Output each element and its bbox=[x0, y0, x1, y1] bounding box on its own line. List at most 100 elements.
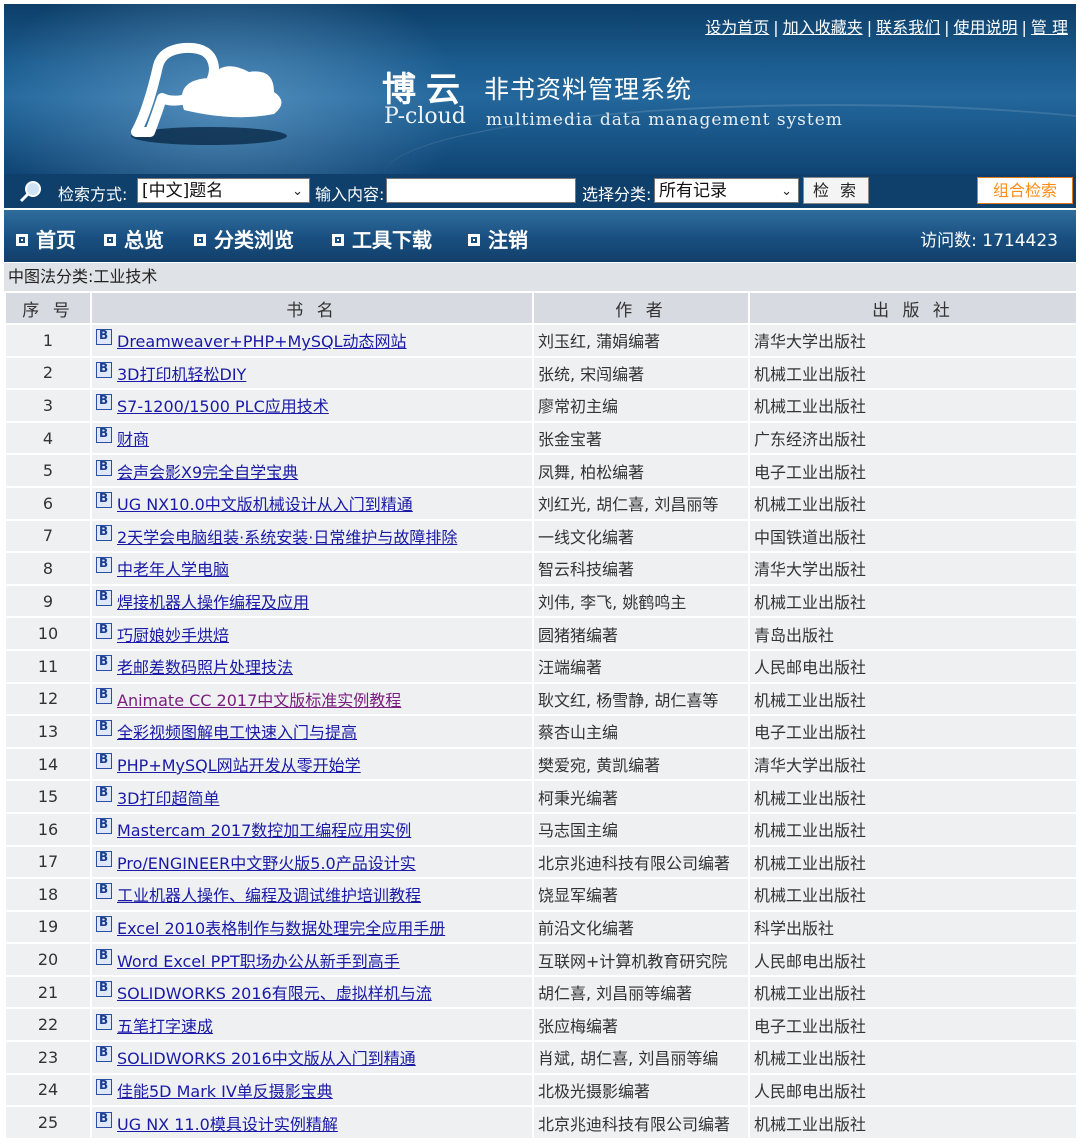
row-number: 5 bbox=[6, 455, 90, 486]
book-title-link[interactable]: Mastercam 2017数控加工编程应用实例 bbox=[117, 821, 411, 840]
combined-search-button[interactable]: 组合检索 bbox=[977, 177, 1073, 204]
set-homepage-link[interactable]: 设为首页 bbox=[705, 18, 769, 37]
publisher-cell: 机械工业出版社 bbox=[750, 1107, 1076, 1138]
title-cell: 巧厨娘妙手烘焙 bbox=[92, 618, 532, 649]
book-title-link[interactable]: 工业机器人操作、编程及调试维护培训教程 bbox=[117, 886, 421, 905]
book-title-link[interactable]: 2天学会电脑组装·系统安装·日常维护与故障排除 bbox=[117, 528, 457, 547]
book-title-link[interactable]: UG NX10.0中文版机械设计从入门到精通 bbox=[117, 495, 413, 514]
book-title-link[interactable]: 会声会影X9完全自学宝典 bbox=[117, 463, 298, 482]
row-number: 12 bbox=[6, 683, 90, 715]
book-title-link[interactable]: Excel 2010表格制作与数据处理完全应用手册 bbox=[117, 919, 445, 938]
book-title-link[interactable]: Word Excel PPT职场办公从新手到高手 bbox=[117, 952, 400, 971]
author-cell: 廖常初主编 bbox=[534, 390, 748, 421]
nav-logout[interactable]: 注销 bbox=[468, 224, 528, 253]
row-number: 11 bbox=[6, 650, 90, 682]
admin-link[interactable]: 管 理 bbox=[1031, 18, 1068, 37]
book-title-link[interactable]: 焊接机器人操作编程及应用 bbox=[117, 593, 309, 612]
author-cell: 凤舞, 柏松编著 bbox=[534, 455, 748, 486]
row-number: 2 bbox=[6, 357, 90, 389]
nav-tool-download[interactable]: 工具下载 bbox=[332, 224, 432, 253]
table-row: 6 UG NX10.0中文版机械设计从入门到精通 刘红光, 胡仁喜, 刘昌丽等机械工… bbox=[6, 487, 1076, 519]
publisher-cell: 机械工业出版社 bbox=[750, 357, 1076, 389]
nav-home[interactable]: 首页 bbox=[16, 224, 76, 253]
book-title-link[interactable]: SOLIDWORKS 2016有限元、虚拟样机与流 bbox=[117, 984, 432, 1003]
book-icon bbox=[96, 556, 112, 574]
title-cell: 2天学会电脑组装·系统安装·日常维护与故障排除 bbox=[92, 520, 532, 552]
book-title-link[interactable]: 全彩视频图解电工快速入门与提高 bbox=[117, 723, 357, 742]
publisher-cell: 机械工业出版社 bbox=[750, 781, 1076, 812]
table-row: 13 全彩视频图解电工快速入门与提高 蔡杏山主编电子工业出版社 bbox=[6, 716, 1076, 747]
book-icon bbox=[96, 1078, 112, 1095]
table-row: 25 UG NX 11.0模具设计实例精解 北京兆迪科技有限公司编著机械工业出版社 bbox=[6, 1107, 1076, 1138]
table-row: 21 SOLIDWORKS 2016有限元、虚拟样机与流 胡仁喜, 刘昌丽等编著机械… bbox=[6, 976, 1076, 1008]
publisher-cell: 人民邮电出版社 bbox=[750, 1074, 1076, 1106]
book-title-link[interactable]: S7-1200/1500 PLC应用技术 bbox=[117, 397, 329, 416]
search-button[interactable]: 检 索 bbox=[803, 177, 869, 204]
book-title-link[interactable]: 老邮差数码照片处理技法 bbox=[117, 658, 293, 677]
main-nav: 首页 总览 分类浏览 工具下载 注销 访问数: 1714423 bbox=[4, 210, 1076, 262]
book-icon bbox=[96, 459, 112, 476]
row-number: 8 bbox=[6, 553, 90, 584]
book-icon bbox=[96, 393, 112, 411]
title-cell: S7-1200/1500 PLC应用技术 bbox=[92, 390, 532, 421]
square-bullet-icon bbox=[332, 234, 344, 246]
nav-overview[interactable]: 总览 bbox=[104, 224, 164, 253]
book-icon bbox=[96, 524, 112, 541]
search-input[interactable] bbox=[386, 178, 576, 203]
add-favorite-link[interactable]: 加入收藏夹 bbox=[783, 18, 863, 37]
title-cell: 中老年人学电脑 bbox=[92, 553, 532, 584]
title-cell: Dreamweaver+PHP+MySQL动态网站 bbox=[92, 325, 532, 356]
header-banner: 设为首页 | 加入收藏夹 | 联系我们 | 使用说明 | 管 理 博云 非书资料管理系统 P-c… bbox=[4, 4, 1076, 174]
title-cell: Word Excel PPT职场办公从新手到高手 bbox=[92, 944, 532, 975]
book-title-link[interactable]: Animate CC 2017中文版标准实例教程 bbox=[117, 691, 401, 710]
book-title-link[interactable]: UG NX 11.0模具设计实例精解 bbox=[117, 1115, 338, 1134]
book-title-link[interactable]: 中老年人学电脑 bbox=[117, 560, 229, 579]
column-header-publisher: 出 版 社 bbox=[750, 293, 1076, 323]
book-icon bbox=[96, 948, 112, 965]
book-title-link[interactable]: SOLIDWORKS 2016中文版从入门到精通 bbox=[117, 1049, 416, 1068]
nav-category-browse[interactable]: 分类浏览 bbox=[194, 224, 294, 253]
table-row: 7 2天学会电脑组装·系统安装·日常维护与故障排除 一线文化编著中国铁道出版社 bbox=[6, 520, 1076, 552]
book-title-link[interactable]: Pro/ENGINEER中文野火版5.0产品设计实 bbox=[117, 854, 416, 873]
usage-guide-link[interactable]: 使用说明 bbox=[954, 18, 1018, 37]
row-number: 7 bbox=[6, 520, 90, 552]
book-title-link[interactable]: 巧厨娘妙手烘焙 bbox=[117, 626, 229, 645]
book-title-link[interactable]: 3D打印机轻松DIY bbox=[117, 365, 246, 384]
title-cell: UG NX10.0中文版机械设计从入门到精通 bbox=[92, 487, 532, 519]
book-title-link[interactable]: 财商 bbox=[117, 430, 149, 449]
contact-us-link[interactable]: 联系我们 bbox=[876, 18, 940, 37]
author-cell: 圆猪猪编著 bbox=[534, 618, 748, 649]
title-cell: UG NX 11.0模具设计实例精解 bbox=[92, 1107, 532, 1138]
table-row: 16 Mastercam 2017数控加工编程应用实例 马志国主编机械工业出版社 bbox=[6, 813, 1076, 845]
page: 设为首页 | 加入收藏夹 | 联系我们 | 使用说明 | 管 理 博云 非书资料管理系统 P-c… bbox=[0, 0, 1080, 1146]
category-select[interactable]: 所有记录 ⌄ bbox=[654, 178, 799, 203]
publisher-cell: 机械工业出版社 bbox=[750, 683, 1076, 715]
row-number: 9 bbox=[6, 585, 90, 617]
title-cell: 工业机器人操作、编程及调试维护培训教程 bbox=[92, 879, 532, 910]
publisher-cell: 中国铁道出版社 bbox=[750, 520, 1076, 552]
publisher-cell: 清华大学出版社 bbox=[750, 325, 1076, 356]
title-cell: 3D打印机轻松DIY bbox=[92, 357, 532, 389]
pcloud-logo bbox=[131, 42, 287, 145]
search-method-select[interactable]: [中文]题名 ⌄ bbox=[137, 178, 310, 203]
table-row: 2 3D打印机轻松DIY 张统, 宋闯编著机械工业出版社 bbox=[6, 357, 1076, 389]
publisher-cell: 科学出版社 bbox=[750, 911, 1076, 943]
author-cell: 樊爱宛, 黄凯编著 bbox=[534, 748, 748, 780]
row-number: 22 bbox=[6, 1009, 90, 1041]
book-title-link[interactable]: PHP+MySQL网站开发从零开始学 bbox=[117, 756, 361, 775]
book-title-link[interactable]: 佳能5D Mark IV单反摄影宝典 bbox=[117, 1082, 333, 1101]
author-cell: 刘玉红, 蒲娟编著 bbox=[534, 325, 748, 356]
book-title-link[interactable]: Dreamweaver+PHP+MySQL动态网站 bbox=[117, 332, 407, 351]
brand-english: P-cloud bbox=[384, 104, 466, 129]
table-row: 3 S7-1200/1500 PLC应用技术 廖常初主编机械工业出版社 bbox=[6, 390, 1076, 421]
table-row: 8 中老年人学电脑 智云科技编著清华大学出版社 bbox=[6, 553, 1076, 584]
author-cell: 北京兆迪科技有限公司编著 bbox=[534, 846, 748, 878]
book-title-link[interactable]: 五笔打字速成 bbox=[117, 1017, 213, 1036]
author-cell: 智云科技编著 bbox=[534, 553, 748, 584]
author-cell: 张统, 宋闯编著 bbox=[534, 357, 748, 389]
publisher-cell: 电子工业出版社 bbox=[750, 455, 1076, 486]
book-title-link[interactable]: 3D打印超简单 bbox=[117, 789, 220, 808]
system-title-english: multimedia data management system bbox=[486, 110, 843, 130]
row-number: 10 bbox=[6, 618, 90, 649]
publisher-cell: 机械工业出版社 bbox=[750, 976, 1076, 1008]
